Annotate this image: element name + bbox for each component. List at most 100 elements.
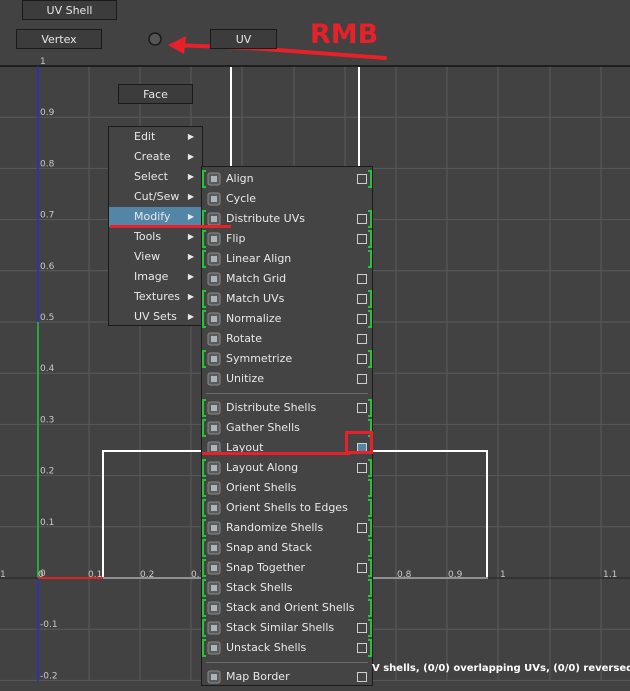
modify-underline <box>110 225 231 228</box>
option-box-icon[interactable] <box>357 563 367 573</box>
y-tick-label: 0.5 <box>40 313 54 323</box>
menu-item-label: Select <box>134 170 168 183</box>
option-box-icon[interactable] <box>357 334 367 344</box>
modify-item-randomize-shells[interactable]: Randomize Shells <box>202 518 372 538</box>
modify-item-normalize[interactable]: Normalize <box>202 309 372 329</box>
menu-item-label: Gather Shells <box>226 421 300 434</box>
modify-item-distribute-shells[interactable]: Distribute Shells <box>202 398 372 418</box>
normalize-icon <box>207 312 221 326</box>
modify-item-unstack-shells[interactable]: Unstack Shells <box>202 638 372 658</box>
menu-item-label: Unitize <box>226 372 264 385</box>
option-box-icon[interactable] <box>357 294 367 304</box>
green-bracket-right <box>368 479 372 497</box>
modify-item-symmetrize[interactable]: Symmetrize <box>202 349 372 369</box>
modify-item-orient-shells-to-edges[interactable]: Orient Shells to Edges <box>202 498 372 518</box>
modify-item-align[interactable]: Align <box>202 169 372 189</box>
menu-item-label: Distribute Shells <box>226 401 317 414</box>
context-menu-item-select[interactable]: Select ▶ <box>109 167 202 187</box>
menu-item-label: Layout Along <box>226 461 299 474</box>
context-menu-item-textures[interactable]: Textures ▶ <box>109 287 202 307</box>
option-box-icon[interactable] <box>357 403 367 413</box>
y-tick-label: 1 <box>40 57 46 67</box>
context-menu-item-modify[interactable]: Modify ▶ <box>109 207 202 227</box>
modify-item-linear-align[interactable]: Linear Align <box>202 249 372 269</box>
unstack-shells-icon <box>207 641 221 655</box>
uv-shell-button[interactable]: UV Shell <box>22 0 117 20</box>
center-dot-icon[interactable] <box>148 32 162 46</box>
option-box-icon[interactable] <box>357 214 367 224</box>
option-box-icon[interactable] <box>357 623 367 633</box>
face-button[interactable]: Face <box>118 84 193 104</box>
menu-item-label: Stack Shells <box>226 581 293 594</box>
option-box-icon[interactable] <box>357 523 367 533</box>
randomize-shells-icon <box>207 521 221 535</box>
option-box-icon[interactable] <box>357 463 367 473</box>
green-bracket-right <box>368 559 372 577</box>
option-box-icon[interactable] <box>357 374 367 384</box>
menu-item-label: Orient Shells <box>226 481 297 494</box>
option-box-icon[interactable] <box>357 174 367 184</box>
uv-shell-upper <box>230 65 360 179</box>
green-bracket-left <box>202 310 206 328</box>
layout-along-icon <box>207 461 221 475</box>
modify-item-snap-together[interactable]: Snap Together <box>202 558 372 578</box>
option-box-icon[interactable] <box>357 354 367 364</box>
snap-together-icon <box>207 561 221 575</box>
green-bracket-right <box>368 170 372 188</box>
layout-option-highlight <box>345 431 373 454</box>
green-bracket-right <box>368 250 372 268</box>
green-bracket-left <box>202 250 206 268</box>
menu-item-label: Edit <box>134 130 156 143</box>
modify-item-flip[interactable]: Flip <box>202 229 372 249</box>
option-box-icon[interactable] <box>357 314 367 324</box>
menu-item-label: Cut/Sew <box>134 190 180 203</box>
menu-item-label: Symmetrize <box>226 352 293 365</box>
menu-item-label: Cycle <box>226 192 257 205</box>
submenu-arrow-icon: ▶ <box>187 172 194 181</box>
green-bracket-right <box>368 310 372 328</box>
green-bracket-right <box>368 499 372 517</box>
green-bracket-right <box>368 599 372 617</box>
menu-item-label: Flip <box>226 232 246 245</box>
x-tick-label: 0.2 <box>140 570 154 580</box>
uv-button[interactable]: UV <box>210 29 277 49</box>
option-box-icon[interactable] <box>357 234 367 244</box>
x-tick-label: 0.9 <box>448 570 463 580</box>
modify-item-match-grid[interactable]: Match Grid <box>202 269 372 289</box>
x-tick-label: 0.8 <box>397 570 412 580</box>
green-bracket-left <box>202 350 206 368</box>
green-bracket-left <box>202 230 206 248</box>
menu-item-label: Textures <box>134 290 180 303</box>
context-menu-item-uv-sets[interactable]: UV Sets ▶ <box>109 307 202 327</box>
context-menu-item-tools[interactable]: Tools ▶ <box>109 227 202 247</box>
context-menu-item-image[interactable]: Image ▶ <box>109 267 202 287</box>
menu-item-label: Layout <box>226 441 264 454</box>
context-menu-item-edit[interactable]: Edit ▶ <box>109 127 202 147</box>
option-box-icon[interactable] <box>357 274 367 284</box>
modify-item-unitize[interactable]: Unitize <box>202 369 372 389</box>
context-menu-item-view[interactable]: View ▶ <box>109 247 202 267</box>
menu-item-label: Normalize <box>226 312 282 325</box>
modify-item-rotate[interactable]: Rotate <box>202 329 372 349</box>
menu-item-label: Linear Align <box>226 252 292 265</box>
menu-separator <box>206 393 368 394</box>
vertex-button[interactable]: Vertex <box>16 29 102 49</box>
modify-item-stack-shells[interactable]: Stack Shells <box>202 578 372 598</box>
y-tick-label: 0.7 <box>40 211 54 221</box>
modify-item-snap-and-stack[interactable]: Snap and Stack <box>202 538 372 558</box>
context-menu-item-create[interactable]: Create ▶ <box>109 147 202 167</box>
modify-item-layout-along[interactable]: Layout Along <box>202 458 372 478</box>
option-box-icon[interactable] <box>357 643 367 653</box>
green-bracket-left <box>202 639 206 657</box>
context-menu-item-cut-sew[interactable]: Cut/Sew ▶ <box>109 187 202 207</box>
menu-item-label: Tools <box>134 230 162 243</box>
green-bracket-right <box>368 619 372 637</box>
modify-item-match-uvs[interactable]: Match UVs <box>202 289 372 309</box>
modify-item-orient-shells[interactable]: Orient Shells <box>202 478 372 498</box>
modify-item-cycle[interactable]: Cycle <box>202 189 372 209</box>
modify-item-stack-and-orient-shells[interactable]: Stack and Orient Shells <box>202 598 372 618</box>
modify-item-map-border[interactable]: Map Border <box>202 667 372 687</box>
y-tick-label: 0.4 <box>40 364 55 374</box>
modify-item-stack-similar-shells[interactable]: Stack Similar Shells <box>202 618 372 638</box>
y-tick-label: 0.3 <box>40 415 54 425</box>
